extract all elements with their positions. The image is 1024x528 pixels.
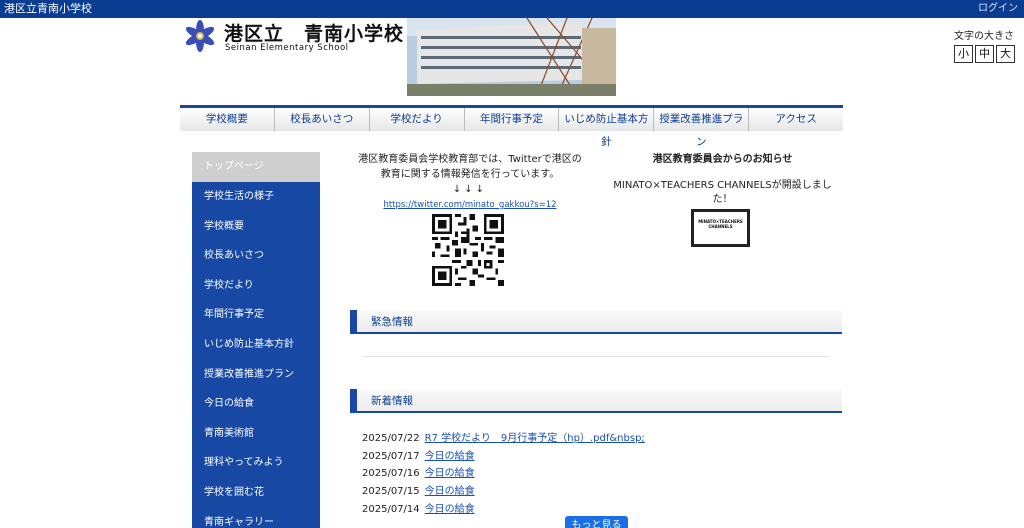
sidebar-menu: トップページ 学校生活の様子 学校概要 校長あいさつ 学校だより 年間行事予定 … — [192, 152, 320, 528]
down-arrows: ↓↓↓ — [452, 184, 488, 195]
banner-line2: CHANNELS — [708, 224, 733, 229]
news-title-link[interactable]: 今日の給食 — [425, 468, 475, 479]
nav-item-newsletter[interactable]: 学校だより — [370, 108, 465, 131]
sidebar-item-science[interactable]: 理科やってみよう — [192, 448, 320, 478]
nav-item-school-overview[interactable]: 学校概要 — [180, 108, 275, 131]
news-title-link[interactable]: 今日の給食 — [425, 451, 475, 462]
nav-item-access[interactable]: アクセス — [749, 108, 843, 131]
nav-item-principal-greeting[interactable]: 校長あいさつ — [275, 108, 370, 131]
twitter-notice: 港区教育委員会学校教育部では、Twitterで港区の 教育に関する情報発信を行っ… — [355, 152, 585, 213]
nav-item-bullying-policy[interactable]: いじめ防止基本方針 — [559, 108, 655, 148]
nav-item-annual-schedule[interactable]: 年間行事予定 — [465, 108, 560, 131]
sidebar-item-school-life[interactable]: 学校生活の様子 — [192, 182, 320, 212]
sidebar-item-flowers[interactable]: 学校を囲む花 — [192, 478, 320, 508]
board-notice-heading: 港区教育委員会からのお知らせ — [652, 154, 793, 165]
news-title-link[interactable]: R7 学校だより 9月行事予定（hp）.pdf&nbsp; — [425, 433, 645, 444]
news-date: 2025/07/14 — [362, 503, 420, 515]
qr-code-icon[interactable] — [432, 214, 504, 286]
sidebar-item-gallery[interactable]: 青南ギャラリー — [192, 508, 320, 528]
font-small-button[interactable]: 小 — [954, 45, 973, 63]
news-date: 2025/07/16 — [362, 468, 420, 480]
font-size-control: 文字の大きさ 小 中 大 — [954, 27, 1017, 63]
school-building-photo — [407, 18, 616, 96]
twitter-notice-line2: 教育に関する情報発信を行っています。 — [380, 169, 560, 180]
divider — [362, 356, 830, 357]
sidebar-item-school-overview[interactable]: 学校概要 — [192, 212, 320, 242]
news-date: 2025/07/15 — [362, 486, 420, 498]
news-heading: 新着情報 — [350, 389, 842, 413]
nav-item-class-improvement[interactable]: 授業改善推進プラン — [654, 108, 750, 148]
board-notice-text: MINATO×TEACHERS CHANNELSが開設しました！ — [613, 180, 832, 205]
site-name[interactable]: 港区立青南小学校 — [4, 0, 92, 18]
board-notice: 港区教育委員会からのお知らせ MINATO×TEACHERS CHANNELSが… — [610, 152, 835, 207]
sidebar-item-todays-lunch[interactable]: 今日の給食 — [192, 389, 320, 419]
school-subtitle: Seinan Elementary School — [225, 43, 349, 53]
font-large-button[interactable]: 大 — [996, 45, 1015, 63]
news-title-link[interactable]: 今日の給食 — [425, 504, 475, 515]
twitter-notice-line1: 港区教育委員会学校教育部では、Twitterで港区の — [358, 154, 582, 165]
urgent-info-heading: 緊急情報 — [350, 310, 842, 334]
top-bar: 港区立青南小学校 ログイン — [0, 0, 1024, 18]
news-date: 2025/07/22 — [362, 433, 420, 444]
font-medium-button[interactable]: 中 — [975, 45, 994, 63]
more-button[interactable]: もっと見る — [565, 516, 628, 528]
twitter-link[interactable]: https://twitter.com/minato_gakkou?s=12 — [383, 200, 556, 210]
news-title-link[interactable]: 今日の給食 — [425, 486, 475, 497]
sidebar-item-principal-greeting[interactable]: 校長あいさつ — [192, 241, 320, 271]
sidebar-item-art-museum[interactable]: 青南美術館 — [192, 419, 320, 449]
flower-emblem-icon[interactable] — [183, 20, 217, 52]
sidebar-item-top-page[interactable]: トップページ — [192, 152, 320, 182]
news-list: 2025/07/22 R7 学校だより 9月行事予定（hp）.pdf&nbsp; … — [362, 430, 645, 518]
sidebar-item-class-improvement[interactable]: 授業改善推進プラン — [192, 360, 320, 390]
news-item: 2025/07/15 今日の給食 — [362, 483, 645, 501]
news-item: 2025/07/16 今日の給食 — [362, 465, 645, 483]
login-link[interactable]: ログイン — [978, 0, 1018, 18]
font-size-label: 文字の大きさ — [954, 31, 1014, 42]
sidebar-item-annual-schedule[interactable]: 年間行事予定 — [192, 300, 320, 330]
school-title[interactable]: 港区立 青南小学校 — [224, 19, 404, 46]
global-nav: 学校概要 校長あいさつ 学校だより 年間行事予定 いじめ防止基本方針 授業改善推… — [180, 105, 843, 148]
teachers-channels-banner[interactable]: MINATO×TEACHERS CHANNELS — [691, 209, 750, 247]
news-item: 2025/07/22 R7 学校だより 9月行事予定（hp）.pdf&nbsp; — [362, 430, 645, 448]
sidebar-item-bullying-policy[interactable]: いじめ防止基本方針 — [192, 330, 320, 360]
news-item: 2025/07/17 今日の給食 — [362, 448, 645, 466]
sidebar-item-newsletter[interactable]: 学校だより — [192, 271, 320, 301]
news-date: 2025/07/17 — [362, 450, 420, 462]
